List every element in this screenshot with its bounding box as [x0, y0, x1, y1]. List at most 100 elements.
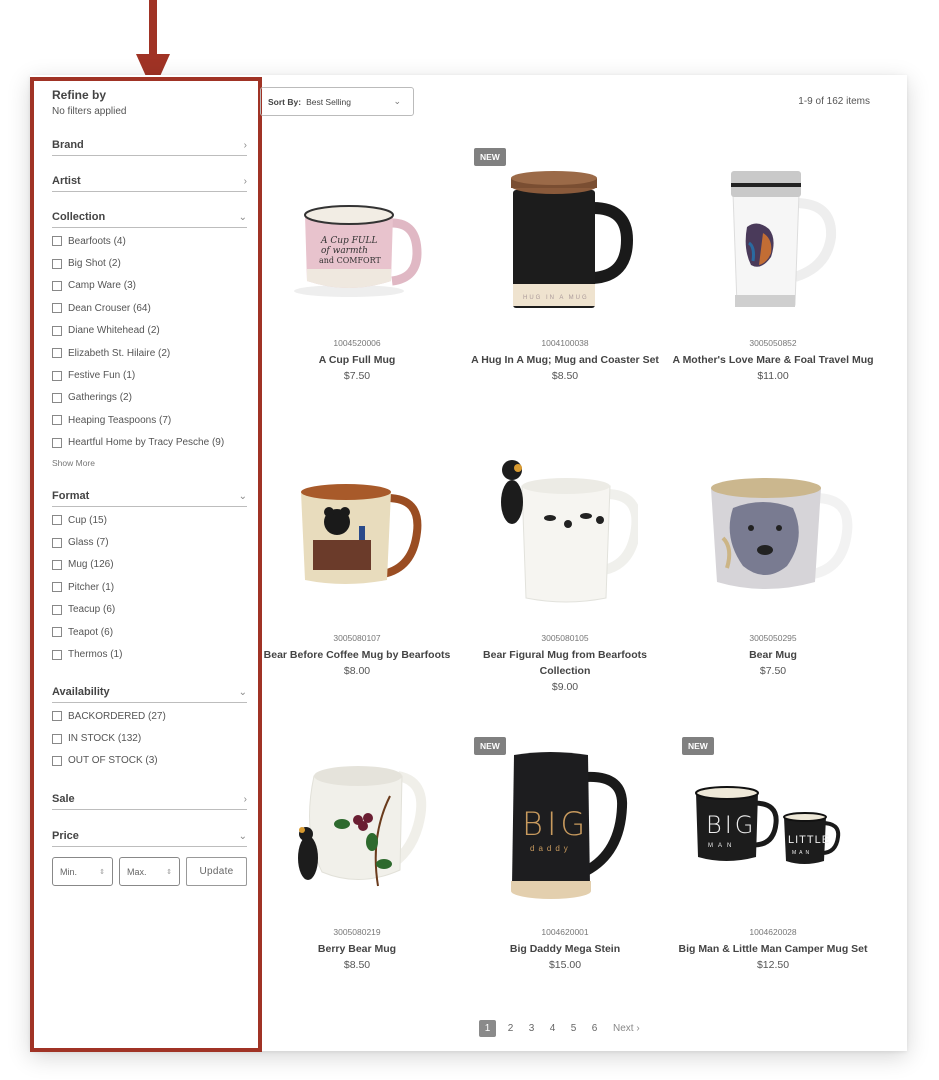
- product-card[interactable]: NEW BIG MAN LITTLE MAN 1004620028 Big Ma…: [668, 737, 878, 971]
- filter-option[interactable]: BACKORDERED (27): [52, 705, 247, 727]
- facet-artist-header[interactable]: Artist ›: [52, 175, 247, 192]
- product-name[interactable]: A Mother's Love Mare & Foal Travel Mug: [668, 352, 878, 368]
- filter-option[interactable]: Thermos (1): [52, 643, 247, 665]
- filter-option[interactable]: Teapot (6): [52, 621, 247, 643]
- checkbox[interactable]: [52, 604, 62, 615]
- spinner-icon[interactable]: ⇕: [166, 868, 172, 876]
- facet-format-header[interactable]: Format ⌄: [52, 490, 247, 507]
- checkbox[interactable]: [52, 415, 62, 426]
- checkbox[interactable]: [52, 649, 62, 660]
- page-3-button[interactable]: 3: [521, 1023, 542, 1034]
- page-2-button[interactable]: 2: [500, 1023, 521, 1034]
- show-more-link[interactable]: Show More: [52, 458, 247, 468]
- filter-option[interactable]: Pitcher (1): [52, 576, 247, 598]
- facet-availability-header[interactable]: Availability ⌄: [52, 686, 247, 703]
- filter-option[interactable]: Camp Ware (3): [52, 275, 247, 297]
- checkbox[interactable]: [52, 711, 62, 722]
- filter-option[interactable]: Teacup (6): [52, 599, 247, 621]
- checkbox[interactable]: [52, 392, 62, 403]
- price-max-input[interactable]: Max. ⇕: [119, 857, 180, 886]
- checkbox[interactable]: [52, 348, 62, 359]
- item-count: 1-9 of 162 items: [798, 96, 870, 107]
- option-label: OUT OF STOCK (3): [68, 755, 158, 767]
- checkbox[interactable]: [52, 303, 62, 314]
- product-card[interactable]: 3005080107 Bear Before Coffee Mug by Bea…: [252, 443, 462, 677]
- filter-option[interactable]: Mug (126): [52, 554, 247, 576]
- checkbox[interactable]: [52, 280, 62, 291]
- product-name[interactable]: Big Daddy Mega Stein: [460, 941, 670, 957]
- chevron-right-icon: ›: [243, 175, 247, 187]
- option-label: Dean Crouser (64): [68, 302, 151, 314]
- filter-option[interactable]: Glass (7): [52, 531, 247, 553]
- checkbox[interactable]: [52, 755, 62, 766]
- option-label: Thermos (1): [68, 649, 123, 661]
- filter-option[interactable]: Dean Crouser (64): [52, 297, 247, 319]
- facet-sale: Sale ›: [52, 793, 247, 810]
- option-label: Camp Ware (3): [68, 280, 136, 292]
- checkbox[interactable]: [52, 370, 62, 381]
- product-name[interactable]: Bear Mug: [668, 647, 878, 663]
- product-image[interactable]: [668, 443, 878, 633]
- product-card[interactable]: NEW BIG daddy 1004620001 Big Daddy Mega …: [460, 737, 670, 971]
- product-card[interactable]: 3005050295 Bear Mug $7.50: [668, 443, 878, 677]
- product-image[interactable]: NEW BIG daddy: [460, 737, 670, 927]
- checkbox[interactable]: [52, 559, 62, 570]
- filter-option[interactable]: Cup (15): [52, 509, 247, 531]
- product-card[interactable]: 3005050852 A Mother's Love Mare & Foal T…: [668, 148, 878, 382]
- product-name[interactable]: Bear Figural Mug from Bearfoots Collecti…: [460, 647, 670, 679]
- page-6-button[interactable]: 6: [584, 1023, 605, 1034]
- filter-option[interactable]: Elizabeth St. Hilaire (2): [52, 342, 247, 364]
- checkbox[interactable]: [52, 627, 62, 638]
- product-image[interactable]: [252, 737, 462, 927]
- page-4-button[interactable]: 4: [542, 1023, 563, 1034]
- facet-price: Price ⌄ Min. ⇕ Max. ⇕ Update: [52, 830, 247, 886]
- facet-sale-header[interactable]: Sale ›: [52, 793, 247, 810]
- product-card[interactable]: 3005080105 Bear Figural Mug from Bearfoo…: [460, 443, 670, 693]
- checkbox[interactable]: [52, 582, 62, 593]
- filter-option[interactable]: Diane Whitehead (2): [52, 320, 247, 342]
- product-card[interactable]: 3005080219 Berry Bear Mug $8.50: [252, 737, 462, 971]
- product-name[interactable]: A Cup Full Mug: [252, 352, 462, 368]
- product-name[interactable]: Berry Bear Mug: [252, 941, 462, 957]
- sort-dropdown[interactable]: Sort By: Best Selling ⌄: [260, 87, 414, 116]
- facet-price-header[interactable]: Price ⌄: [52, 830, 247, 847]
- product-image[interactable]: NEW HUG IN A MUG: [460, 148, 670, 338]
- filter-option[interactable]: OUT OF STOCK (3): [52, 750, 247, 772]
- product-image[interactable]: [668, 148, 878, 338]
- checkbox[interactable]: [52, 325, 62, 336]
- product-image[interactable]: [460, 443, 670, 633]
- price-min-input[interactable]: Min. ⇕: [52, 857, 113, 886]
- checkbox[interactable]: [52, 537, 62, 548]
- filter-option[interactable]: Heaping Teaspoons (7): [52, 409, 247, 431]
- option-label: Diane Whitehead (2): [68, 325, 160, 337]
- filter-option[interactable]: Big Shot (2): [52, 252, 247, 274]
- spinner-icon[interactable]: ⇕: [99, 868, 105, 876]
- product-name[interactable]: Bear Before Coffee Mug by Bearfoots: [252, 647, 462, 663]
- facet-label: Sale: [52, 793, 75, 805]
- facet-brand-header[interactable]: Brand ›: [52, 139, 247, 156]
- facet-label: Collection: [52, 211, 106, 223]
- max-placeholder: Max.: [127, 866, 147, 877]
- checkbox[interactable]: [52, 515, 62, 526]
- next-page-button[interactable]: Next ›: [613, 1023, 640, 1034]
- checkbox[interactable]: [52, 258, 62, 269]
- filter-option[interactable]: IN STOCK (132): [52, 727, 247, 749]
- checkbox[interactable]: [52, 236, 62, 247]
- product-image[interactable]: A Cup FULL of warmth and COMFORT: [252, 148, 462, 338]
- checkbox[interactable]: [52, 733, 62, 744]
- price-update-button[interactable]: Update: [186, 857, 247, 886]
- product-image[interactable]: [252, 443, 462, 633]
- checkbox[interactable]: [52, 437, 62, 448]
- filter-option[interactable]: Gatherings (2): [52, 387, 247, 409]
- product-card[interactable]: A Cup FULL of warmth and COMFORT 1004520…: [252, 148, 462, 382]
- facet-collection-header[interactable]: Collection ⌄: [52, 211, 247, 228]
- product-name[interactable]: A Hug In A Mug; Mug and Coaster Set: [460, 352, 670, 368]
- page-1-button[interactable]: 1: [479, 1020, 496, 1037]
- filter-option[interactable]: Festive Fun (1): [52, 364, 247, 386]
- product-image[interactable]: NEW BIG MAN LITTLE MAN: [668, 737, 878, 927]
- filter-option[interactable]: Heartful Home by Tracy Pesche (9): [52, 432, 247, 454]
- filter-option[interactable]: Bearfoots (4): [52, 230, 247, 252]
- product-card[interactable]: NEW HUG IN A MUG 1004100038 A Hug In A M…: [460, 148, 670, 382]
- page-5-button[interactable]: 5: [563, 1023, 584, 1034]
- product-name[interactable]: Big Man & Little Man Camper Mug Set: [668, 941, 878, 957]
